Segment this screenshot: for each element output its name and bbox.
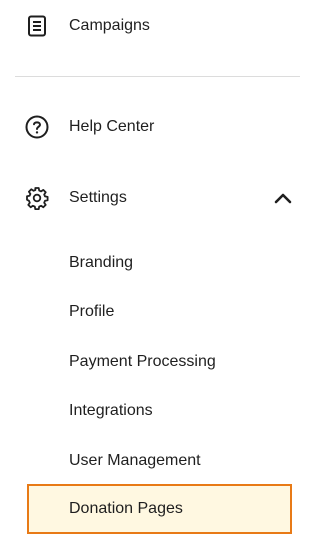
submenu-item-branding[interactable]: Branding (27, 243, 292, 283)
divider (15, 76, 300, 77)
submenu-label: User Management (69, 452, 201, 469)
nav-label-settings: Settings (69, 189, 127, 206)
submenu-item-integrations[interactable]: Integrations (27, 391, 292, 431)
gear-icon (25, 186, 49, 210)
campaigns-icon (25, 14, 49, 38)
submenu-item-user-management[interactable]: User Management (27, 441, 292, 481)
submenu-label: Profile (69, 303, 115, 320)
submenu-label: Payment Processing (69, 353, 216, 370)
help-circle-icon (25, 115, 49, 139)
nav-item-campaigns[interactable]: Campaigns (0, 6, 319, 46)
submenu-item-payment-processing[interactable]: Payment Processing (27, 342, 292, 382)
nav-item-settings[interactable]: Settings (0, 178, 319, 218)
nav-label-campaigns: Campaigns (69, 17, 150, 34)
submenu-label: Donation Pages (69, 500, 183, 517)
submenu-label: Branding (69, 254, 134, 271)
nav-item-help-center[interactable]: Help Center (0, 107, 319, 147)
submenu-item-profile[interactable]: Profile (27, 292, 292, 332)
nav-label-help-center: Help Center (69, 118, 155, 135)
chevron-up-icon[interactable] (272, 187, 294, 209)
submenu-item-donation-pages[interactable]: Donation Pages (27, 484, 292, 534)
submenu-label: Integrations (69, 402, 153, 419)
